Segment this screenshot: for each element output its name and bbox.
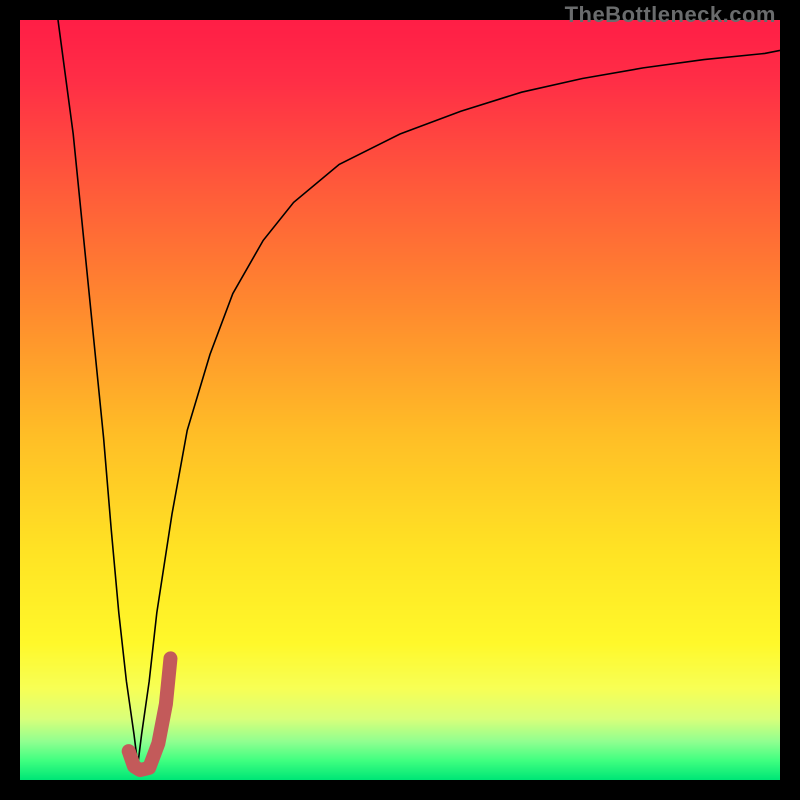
chart-frame: TheBottleneck.com bbox=[0, 0, 800, 800]
plot-area bbox=[20, 20, 780, 780]
